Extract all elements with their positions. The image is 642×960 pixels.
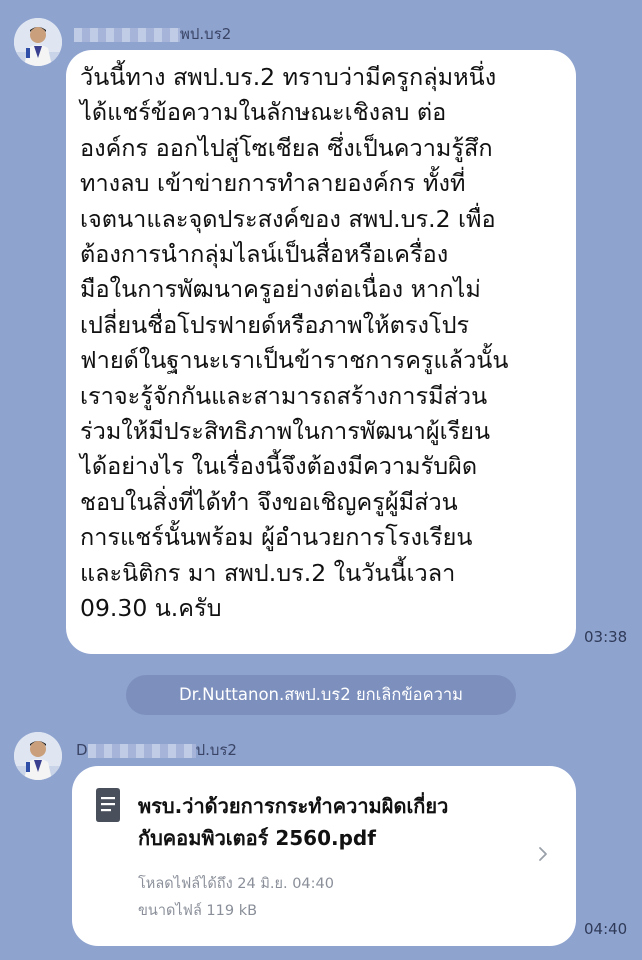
- blurred-name: [87, 743, 196, 758]
- sender-avatar[interactable]: [14, 18, 62, 66]
- sender-avatar[interactable]: [14, 732, 62, 780]
- message-time: 04:40: [584, 920, 628, 938]
- unsend-notice: Dr.Nuttanon.สพป.บร2 ยกเลิกข้อความ: [126, 675, 516, 715]
- sender-name: D ป.บร2: [76, 741, 237, 759]
- chevron-right-icon[interactable]: [538, 846, 548, 866]
- message-text: วันนี้ทาง สพป.บร.2 ทราบว่ามีครูกลุ่มหนึ่…: [80, 63, 509, 623]
- sender-name: พป.บร2: [74, 22, 231, 46]
- blurred-name: [74, 27, 180, 42]
- file-name[interactable]: พรบ.ว่าด้วยการกระทำความผิดเกี่ยว กับคอมพ…: [138, 790, 538, 854]
- document-icon: [94, 788, 122, 826]
- message-time: 03:38: [584, 628, 628, 646]
- file-size: ขนาดไฟล์ 119 kB: [138, 903, 258, 919]
- download-expiry: โหลดไฟล์ได้ถึง 24 มิ.ย. 04:40: [138, 876, 334, 892]
